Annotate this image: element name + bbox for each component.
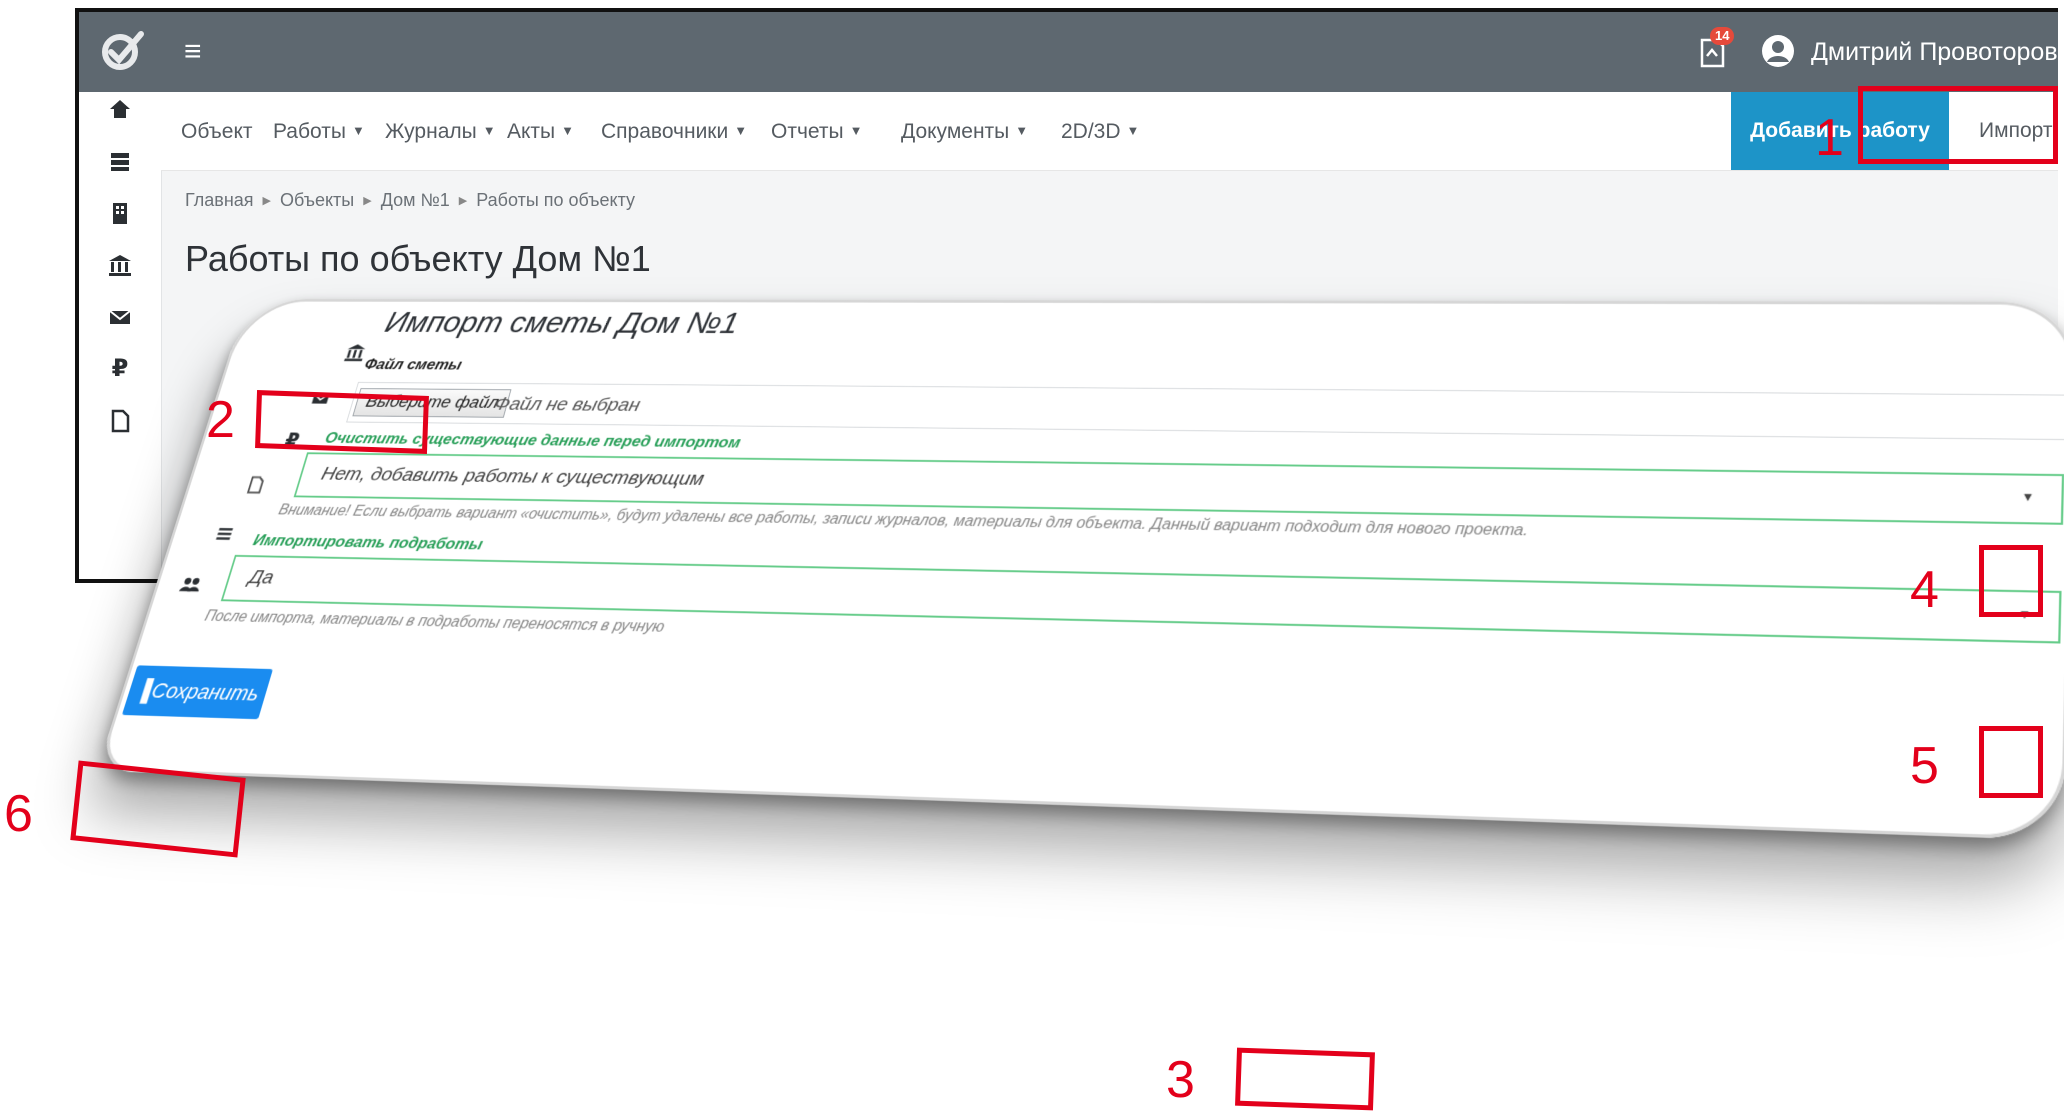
annotation-box-5: [1979, 726, 2043, 798]
save-button[interactable]: ▐Сохранить: [121, 665, 273, 720]
import-subworks-value: Да: [246, 566, 277, 589]
users-icon: [175, 574, 206, 599]
annotation-box-3: [1235, 1047, 1375, 1111]
import-estimate-modal: ₽ Импорт сметы Дом №1 Файл сметы Выберит…: [96, 298, 2064, 841]
document-icon: [240, 475, 270, 499]
modal-title: Импорт сметы Дом №1: [381, 306, 743, 341]
annotation-number-5: 5: [1910, 737, 1939, 795]
annotation-number-2: 2: [206, 391, 235, 449]
dropdown-arrow-icon[interactable]: ▼: [2021, 490, 2035, 504]
clear-data-value: Нет, добавить работы к существующим: [318, 463, 707, 490]
annotation-number-6: 6: [4, 785, 33, 843]
annotation-box-2: [255, 390, 429, 454]
file-status: Файл не выбран: [492, 393, 643, 416]
import-subworks-label: Импортировать подработы: [251, 531, 485, 554]
file-label: Файл сметы: [362, 355, 464, 374]
annotation-box-4: [1979, 545, 2043, 617]
annotation-number-3: 3: [1166, 1051, 1195, 1109]
annotation-number-4: 4: [1910, 561, 1939, 619]
modal-overlay: ₽ Импорт сметы Дом №1 Файл сметы Выберит…: [0, 0, 2064, 1115]
annotation-number-1: 1: [1815, 109, 1844, 167]
list-icon: [209, 523, 239, 547]
annotation-box-1: [1858, 86, 2058, 164]
import-subworks-hint: После импорта, материалы в подработы пер…: [202, 608, 667, 636]
